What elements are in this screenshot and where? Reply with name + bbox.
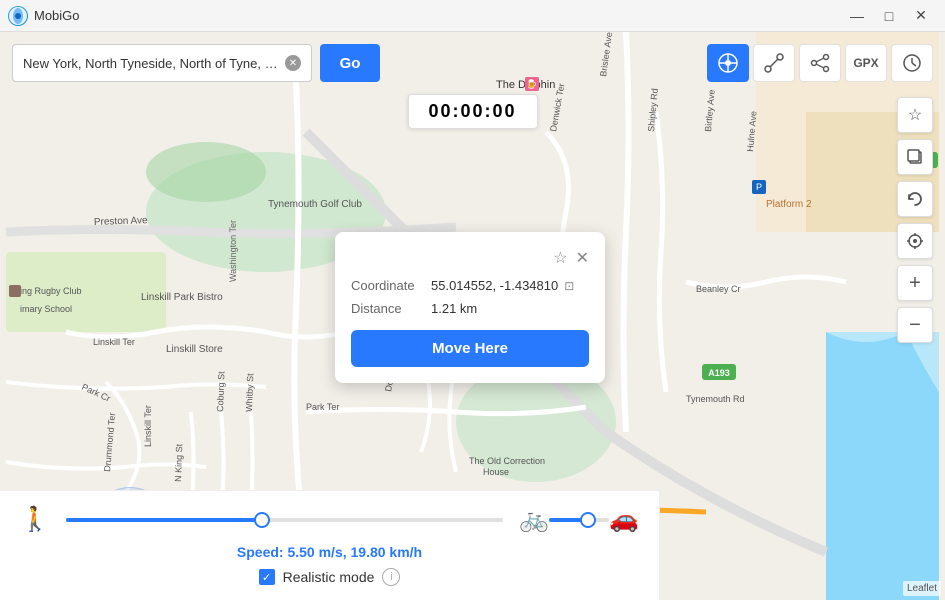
svg-text:Platform 2: Platform 2	[766, 199, 812, 210]
svg-text:ing Rugby Club: ing Rugby Club	[20, 286, 82, 296]
zoom-in-button[interactable]: +	[897, 265, 933, 301]
speed-track2	[549, 518, 609, 522]
distance-label: Distance	[351, 301, 431, 316]
svg-text:N King St: N King St	[173, 443, 184, 482]
svg-text:Washington Ter: Washington Ter	[228, 220, 238, 282]
speed-value: 5.50 m/s, 19.80 km/h	[287, 544, 422, 560]
window-controls: — □ ✕	[841, 0, 937, 32]
svg-text:Tynemouth Rd: Tynemouth Rd	[686, 394, 745, 404]
info-button[interactable]: i	[382, 568, 400, 586]
search-input-container[interactable]: New York, North Tyneside, North of Tyne,…	[12, 44, 312, 82]
minimize-button[interactable]: —	[841, 0, 873, 32]
svg-text:Park Ter: Park Ter	[306, 402, 339, 412]
speed-slider	[66, 518, 503, 522]
history-button[interactable]	[891, 44, 933, 82]
map-container: Preston Ave Tynemouth Golf Club Washingt…	[0, 32, 945, 600]
close-button[interactable]: ✕	[905, 0, 937, 32]
popup-header: ☆ ✕	[351, 248, 589, 268]
maximize-button[interactable]: □	[873, 0, 905, 32]
reset-map-button[interactable]	[897, 181, 933, 217]
transport-modes: 🚶 🚲 🚗	[20, 505, 639, 534]
speed-fill	[66, 518, 263, 522]
app-title: MobiGo	[34, 8, 80, 23]
svg-text:🍺: 🍺	[526, 78, 537, 89]
coordinate-label: Coordinate	[351, 278, 431, 293]
titlebar: MobiGo — □ ✕	[0, 0, 945, 32]
svg-text:Linskill Park Bistro: Linskill Park Bistro	[141, 292, 223, 303]
close-popup-button[interactable]: ✕	[576, 248, 589, 268]
svg-text:Linskill Store: Linskill Store	[166, 344, 223, 355]
realistic-mode-label: Realistic mode	[283, 569, 375, 585]
speed-static-label: Speed:	[237, 544, 284, 560]
svg-text:Preston Ave: Preston Ave	[94, 215, 149, 228]
route-button[interactable]	[753, 44, 795, 82]
titlebar-left: MobiGo	[8, 6, 80, 26]
svg-text:The Old Correction: The Old Correction	[469, 456, 545, 466]
gpx-button[interactable]: GPX	[845, 44, 887, 82]
speed-thumb[interactable]	[254, 512, 270, 528]
share-button[interactable]	[799, 44, 841, 82]
speed-info: Speed: 5.50 m/s, 19.80 km/h	[20, 544, 639, 560]
svg-text:A193: A193	[708, 368, 730, 378]
walk-mode-button[interactable]: 🚶	[20, 505, 50, 534]
move-here-button[interactable]: Move Here	[351, 330, 589, 367]
realistic-mode-row: ✓ Realistic mode i	[20, 568, 639, 586]
map-controls: ☆ + −	[897, 97, 933, 343]
car-mode-button[interactable]: 🚗	[609, 505, 639, 534]
coordinate-popup: ☆ ✕ Coordinate 55.014552, -1.434810 ⊡ Di…	[335, 232, 605, 383]
teleport-button[interactable]	[707, 44, 749, 82]
copy-coordinate-button[interactable]: ⊡	[564, 279, 574, 293]
favorite-popup-button[interactable]: ☆	[553, 248, 567, 268]
bottom-panel: 🚶 🚲 🚗 Speed: 5.50 m/s, 19.80 km/h ✓	[0, 490, 660, 600]
svg-text:Coburg St: Coburg St	[215, 371, 226, 412]
zoom-out-button[interactable]: −	[897, 307, 933, 343]
svg-text:Linskill Ter: Linskill Ter	[93, 337, 135, 347]
toolbar-right: GPX	[707, 44, 933, 82]
search-bar: New York, North Tyneside, North of Tyne,…	[12, 44, 380, 82]
app-logo	[8, 6, 28, 26]
svg-text:imary School: imary School	[20, 304, 72, 314]
bike-mode-button[interactable]: 🚲	[519, 505, 549, 534]
coordinate-value: 55.014552, -1.434810	[431, 278, 558, 293]
svg-text:Beanley Cr: Beanley Cr	[696, 284, 741, 294]
svg-text:Linskill Ter: Linskill Ter	[143, 405, 153, 447]
distance-value: 1.21 km	[431, 301, 477, 316]
speed-thumb2[interactable]	[580, 512, 596, 528]
svg-text:P: P	[756, 182, 762, 192]
svg-text:House: House	[483, 467, 509, 477]
favorite-map-button[interactable]: ☆	[897, 97, 933, 133]
coordinate-row: Coordinate 55.014552, -1.434810 ⊡	[351, 278, 589, 293]
timer-display: 00:00:00	[407, 94, 537, 129]
copy-map-button[interactable]	[897, 139, 933, 175]
distance-row: Distance 1.21 km	[351, 301, 589, 316]
go-button[interactable]: Go	[320, 44, 380, 82]
realistic-mode-checkbox[interactable]: ✓	[259, 569, 275, 585]
locate-map-button[interactable]	[897, 223, 933, 259]
speed-slider2	[549, 518, 609, 522]
speed-track	[66, 518, 503, 522]
search-value: New York, North Tyneside, North of Tyne,…	[23, 56, 279, 71]
svg-text:Tynemouth Golf Club: Tynemouth Golf Club	[268, 199, 362, 210]
search-clear-button[interactable]: ✕	[285, 55, 301, 71]
leaflet-badge: Leaflet	[903, 581, 941, 596]
svg-text:Whitby St: Whitby St	[244, 373, 255, 412]
